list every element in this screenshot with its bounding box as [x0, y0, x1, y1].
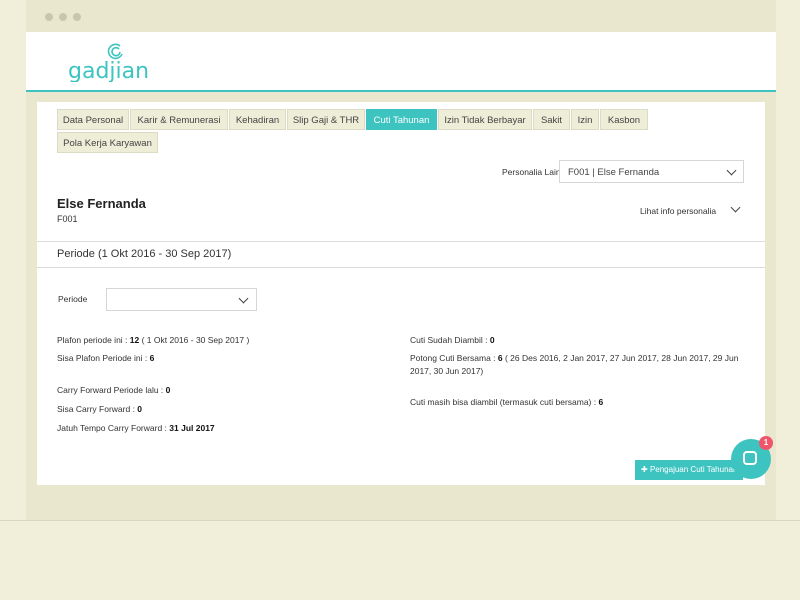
chevron-down-icon [726, 165, 737, 176]
chat-icon [743, 451, 757, 465]
cuti-masih-row: Cuti masih bisa diambil (termasuk cuti b… [410, 396, 603, 409]
app-header: gadjian [26, 32, 776, 92]
cuti-diambil-row: Cuti Sudah Diambil : 0 [410, 334, 495, 347]
chevron-down-icon[interactable] [730, 202, 741, 213]
chat-notification-badge: 1 [759, 436, 773, 450]
personalia-select[interactable]: F001 | Else Fernanda [559, 160, 744, 183]
window-dot-icon [59, 13, 67, 21]
plafon-label: Plafon periode ini : [57, 335, 130, 345]
browser-window: gadjian Data Personal Karir & Remunerasi… [26, 0, 776, 520]
sisa-carry-forward-value: 0 [137, 404, 143, 414]
jatuh-tempo-label: Jatuh Tempo Carry Forward : [57, 423, 170, 433]
carry-forward-value: 0 [165, 385, 171, 395]
tab-sakit[interactable]: Sakit [533, 109, 570, 130]
window-dot-icon [73, 13, 81, 21]
period-heading: Periode (1 Okt 2016 - 30 Sep 2017) [57, 248, 232, 260]
employee-panel: Data Personal Karir & Remunerasi Kehadir… [37, 102, 765, 485]
period-select[interactable] [106, 288, 257, 311]
section-divider [37, 267, 765, 268]
chevron-down-icon [238, 293, 249, 304]
jatuh-tempo-row: Jatuh Tempo Carry Forward : 31 Jul 2017 [57, 422, 215, 435]
tab-kehadiran[interactable]: Kehadiran [229, 109, 286, 130]
potong-cuti-label: Potong Cuti Bersama : [410, 353, 498, 363]
cuti-diambil-label: Cuti Sudah Diambil : [410, 335, 490, 345]
page-divider [0, 520, 800, 521]
sisa-plafon-row: Sisa Plafon Periode ini : 6 [57, 352, 154, 365]
sisa-plafon-value: 6 [149, 353, 155, 363]
svg-text:gadjian: gadjian [68, 59, 149, 82]
section-divider [37, 241, 765, 242]
tab-slip-gaji-thr[interactable]: Slip Gaji & THR [287, 109, 365, 130]
cuti-masih-label: Cuti masih bisa diambil (termasuk cuti b… [410, 397, 599, 407]
employee-id: F001 [57, 214, 78, 224]
sisa-plafon-label: Sisa Plafon Periode ini : [57, 353, 150, 363]
employee-name: Else Fernanda [57, 196, 146, 211]
add-leave-request-button[interactable]: ✚ Pengajuan Cuti Tahunan [635, 460, 743, 480]
jatuh-tempo-value: 31 Jul 2017 [169, 423, 215, 433]
personalia-label: Personalia Lain [502, 167, 561, 177]
tab-kasbon[interactable]: Kasbon [600, 109, 648, 130]
plus-icon: ✚ [641, 465, 650, 474]
sisa-carry-forward-row: Sisa Carry Forward : 0 [57, 403, 142, 416]
tab-karir-remunerasi[interactable]: Karir & Remunerasi [130, 109, 228, 130]
plafon-value: 12 [129, 335, 140, 345]
window-dot-icon [45, 13, 53, 21]
carry-forward-row: Carry Forward Periode lalu : 0 [57, 384, 170, 397]
carry-forward-label: Carry Forward Periode lalu : [57, 385, 166, 395]
cuti-masih-value: 6 [598, 397, 604, 407]
period-select-label: Periode [58, 294, 88, 304]
gadjian-logo[interactable]: gadjian [68, 42, 168, 84]
plafon-periode-row: Plafon periode ini : 12 ( 1 Okt 2016 - 3… [57, 334, 249, 347]
plafon-range: ( 1 Okt 2016 - 30 Sep 2017 ) [139, 335, 250, 345]
info-personalia-link[interactable]: Lihat info personalia [640, 206, 716, 216]
tab-cuti-tahunan[interactable]: Cuti Tahunan [366, 109, 437, 130]
personalia-select-value: F001 | Else Fernanda [568, 167, 660, 178]
sisa-carry-forward-label: Sisa Carry Forward : [57, 404, 138, 414]
tab-data-personal[interactable]: Data Personal [57, 109, 129, 130]
title-bar [26, 0, 776, 32]
tab-izin-tidak-berbayar[interactable]: Izin Tidak Berbayar [438, 109, 532, 130]
potong-cuti-row: Potong Cuti Bersama : 6 ( 26 Des 2016, 2… [410, 352, 750, 378]
cuti-diambil-value: 0 [489, 335, 495, 345]
add-leave-label: Pengajuan Cuti Tahunan [649, 465, 738, 474]
tab-izin[interactable]: Izin [571, 109, 599, 130]
tab-pola-kerja-karyawan[interactable]: Pola Kerja Karyawan [57, 132, 158, 153]
